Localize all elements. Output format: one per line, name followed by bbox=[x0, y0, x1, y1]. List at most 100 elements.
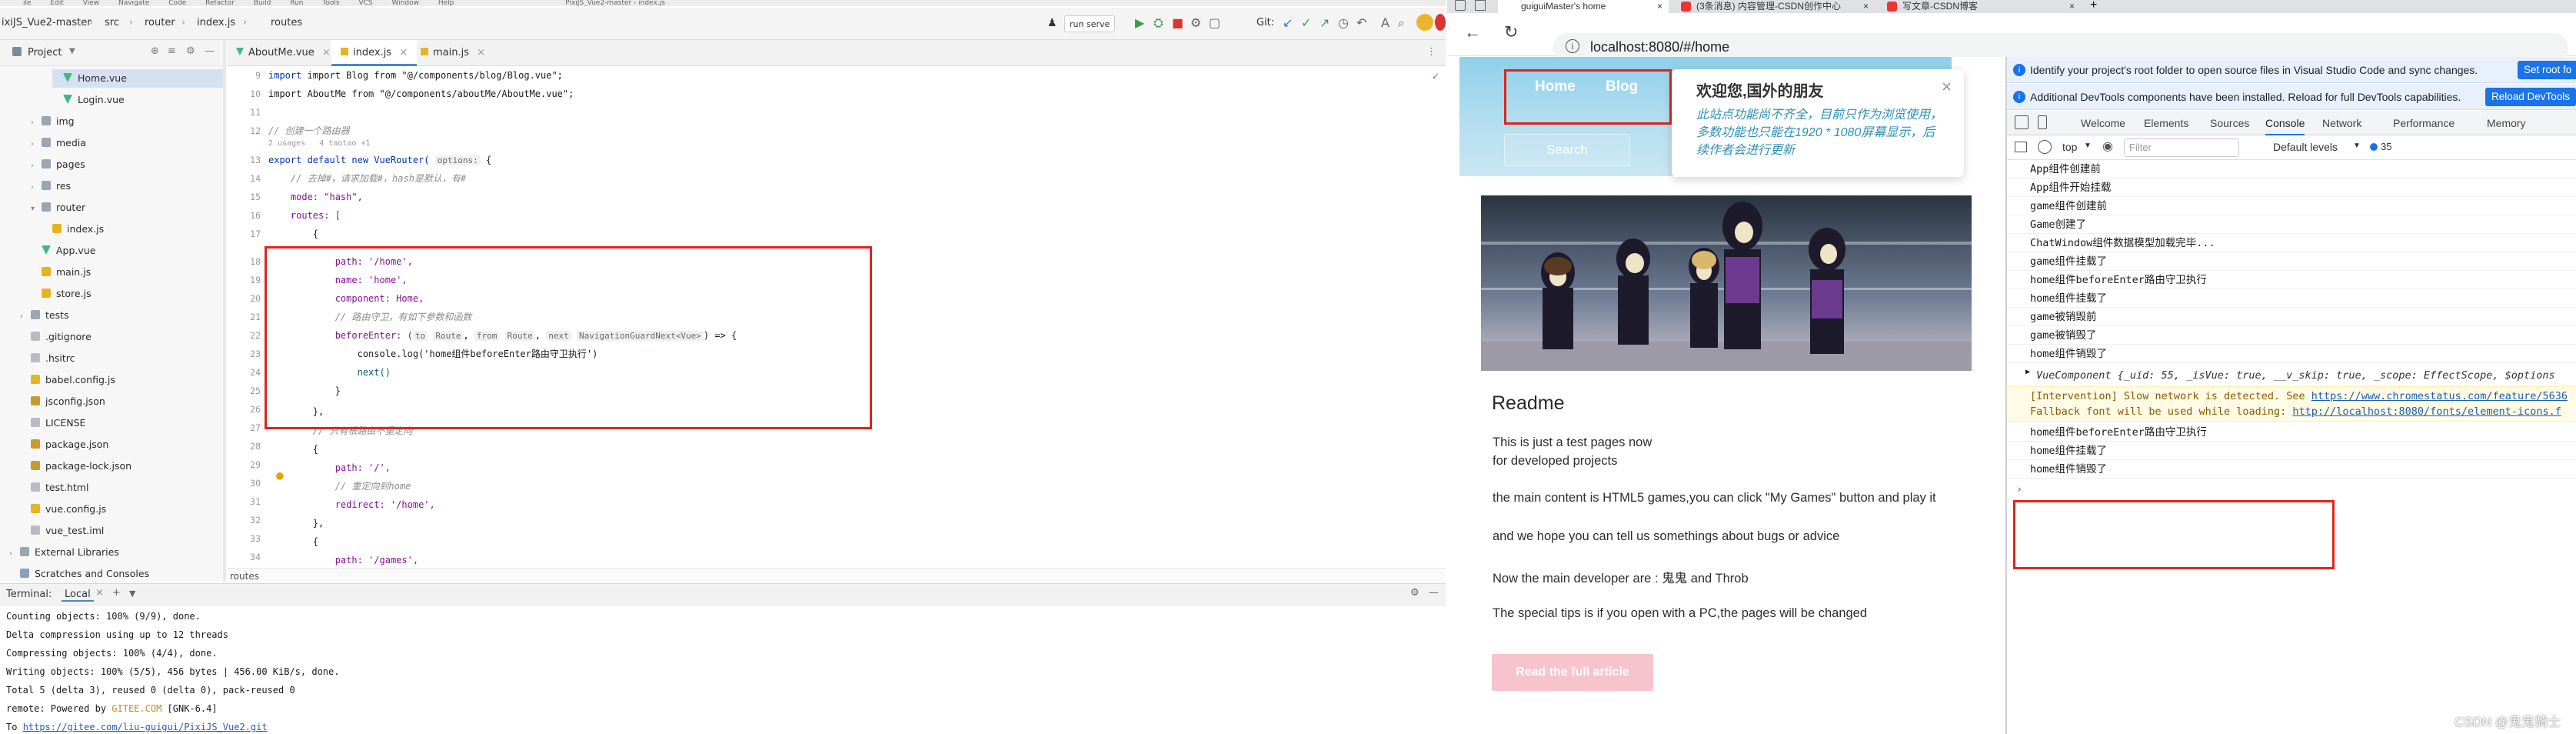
chevron-right-icon[interactable]: › bbox=[31, 157, 42, 175]
chevron-right-icon[interactable]: › bbox=[31, 178, 42, 197]
tree-item[interactable]: store.js bbox=[31, 285, 92, 303]
tab-network[interactable]: Network bbox=[2322, 111, 2361, 135]
square-icon[interactable]: ▢ bbox=[1209, 15, 1220, 30]
repo-link[interactable]: https://gitee.com/liu-guigui/PixiJS_Vue2… bbox=[23, 722, 268, 732]
clear-console-icon[interactable] bbox=[2038, 140, 2052, 154]
menu-help[interactable]: Help bbox=[438, 0, 454, 6]
avatar[interactable] bbox=[1416, 14, 1433, 31]
tab-console[interactable]: Console bbox=[2265, 111, 2305, 135]
lightbulb-icon[interactable]: ● bbox=[276, 468, 284, 482]
chevron-down-icon[interactable]: ▼ bbox=[2353, 142, 2361, 150]
usages-hint[interactable]: 2 usages 4 taotao +1 bbox=[268, 138, 370, 149]
close-icon[interactable]: × bbox=[1863, 0, 1869, 13]
tab-sources[interactable]: Sources bbox=[2210, 111, 2249, 135]
crumb-project[interactable]: ixiJS_Vue2-master bbox=[2, 17, 92, 28]
menu-run[interactable]: Run bbox=[290, 0, 303, 6]
collapse-icon[interactable]: ≡ bbox=[168, 45, 176, 57]
tree-item[interactable]: vue.config.js bbox=[20, 500, 106, 519]
browser-tab-active[interactable]: guiguiMaster's home × bbox=[1498, 0, 1669, 13]
browser-tab[interactable]: 写文章-CSDN博客 × bbox=[1879, 0, 2081, 13]
crumb-router[interactable]: router bbox=[145, 17, 175, 28]
info-icon[interactable]: i bbox=[1566, 39, 1579, 53]
tree-item[interactable]: › res bbox=[31, 177, 71, 195]
tree-item[interactable]: Login.vue bbox=[52, 91, 125, 109]
reload-devtools-button[interactable]: Reload DevTools bbox=[2485, 88, 2576, 106]
tree-item[interactable]: package-lock.json bbox=[20, 457, 131, 475]
url-text[interactable]: localhost:8080/#/home bbox=[1590, 39, 1729, 55]
menu-edit[interactable]: Edit bbox=[50, 0, 63, 6]
tree-item[interactable]: LICENSE bbox=[20, 414, 85, 432]
tree-item[interactable]: main.js bbox=[31, 263, 91, 282]
crumb-routes[interactable]: routes bbox=[271, 17, 302, 28]
menu-refactor[interactable]: Refactor bbox=[205, 0, 235, 6]
tree-item[interactable]: package.json bbox=[20, 435, 108, 454]
issues-icon[interactable] bbox=[2370, 143, 2378, 151]
warning-link[interactable]: https://www.chromestatus.com/feature/563… bbox=[2311, 390, 2568, 402]
add-tab-icon[interactable]: + bbox=[112, 587, 121, 599]
console-log[interactable]: App组件创建前 App组件开始挂载 game组件创建前 Game创建了 ChatWin… bbox=[2007, 160, 2576, 734]
stop-icon[interactable]: ■ bbox=[1172, 15, 1183, 30]
minimize-icon[interactable]: — bbox=[1429, 587, 1439, 599]
chevron-down-icon[interactable]: ▼ bbox=[2084, 142, 2092, 150]
new-tab-icon[interactable]: + bbox=[2090, 0, 2097, 12]
tree-item[interactable]: › tests bbox=[20, 306, 69, 325]
inspect-icon[interactable] bbox=[2015, 115, 2029, 129]
chevron-right-icon[interactable]: › bbox=[9, 545, 20, 563]
gear-icon[interactable]: ⚙ bbox=[1410, 587, 1419, 599]
locate-icon[interactable]: ⊕ bbox=[151, 45, 159, 57]
search-box[interactable]: Search bbox=[1504, 134, 1630, 166]
rollback-icon[interactable]: ↶ bbox=[1356, 15, 1366, 30]
tree-item[interactable]: .gitignore bbox=[20, 328, 92, 346]
tree-item[interactable]: jsconfig.json bbox=[20, 392, 105, 411]
menu-build[interactable]: Build bbox=[254, 0, 271, 6]
tab-memory[interactable]: Memory bbox=[2487, 111, 2526, 135]
chevron-down-icon[interactable]: ▼ bbox=[69, 47, 75, 55]
context-select[interactable]: top bbox=[2062, 141, 2077, 153]
menu-navigate[interactable]: Navigate bbox=[118, 0, 149, 6]
git-commit-icon[interactable]: ✓ bbox=[1301, 15, 1311, 30]
more-vertical-icon[interactable]: ⋮ bbox=[1426, 46, 1436, 58]
tab-elements[interactable]: Elements bbox=[2144, 111, 2188, 135]
minimize-icon[interactable]: — bbox=[205, 45, 215, 57]
close-icon[interactable]: × bbox=[2069, 0, 2075, 13]
tab-list-icon[interactable] bbox=[1475, 0, 1486, 11]
browser-tab[interactable]: (3条消息) 内容管理-CSDN创作中心 × bbox=[1673, 0, 1875, 13]
tree-item[interactable]: Scratches and Consoles bbox=[9, 565, 149, 582]
git-push-icon[interactable]: ↗ bbox=[1320, 15, 1330, 30]
history-icon[interactable]: ◷ bbox=[1338, 15, 1349, 30]
debug-icon[interactable]: ⛭ bbox=[1153, 15, 1163, 31]
tab-actions-icon[interactable] bbox=[1455, 0, 1466, 11]
tab-welcome[interactable]: Welcome bbox=[2081, 111, 2125, 135]
tree-item[interactable]: .hsitrc bbox=[20, 349, 75, 368]
chevron-down-icon[interactable]: ▼ bbox=[129, 589, 135, 599]
tab-index-js[interactable]: index.js × bbox=[331, 40, 418, 66]
project-label[interactable]: Project bbox=[28, 47, 62, 58]
sidebar-toggle-icon[interactable] bbox=[2015, 142, 2027, 152]
terminal-output[interactable]: Counting objects: 100% (9/9), done. Delt… bbox=[0, 606, 1446, 734]
console-prompt-icon[interactable]: › bbox=[2016, 480, 2022, 499]
search-icon[interactable]: ⌕ bbox=[1398, 15, 1405, 31]
chevron-right-icon[interactable]: › bbox=[31, 114, 42, 132]
tab-main-js[interactable]: main.js × bbox=[411, 40, 494, 66]
tab-performance[interactable]: Performance bbox=[2393, 111, 2455, 135]
filter-input[interactable]: Filter bbox=[2124, 138, 2239, 157]
chevron-right-icon[interactable]: › bbox=[31, 135, 42, 154]
crumb-file[interactable]: index.js bbox=[197, 17, 235, 28]
issues-count[interactable]: 35 bbox=[2381, 141, 2391, 152]
close-icon[interactable]: × bbox=[1942, 77, 1952, 97]
menu-view[interactable]: View bbox=[83, 0, 99, 6]
menu-vcs[interactable]: VCS bbox=[358, 0, 372, 6]
tree-item[interactable]: ▾ router bbox=[31, 199, 85, 217]
tree-item[interactable]: test.html bbox=[20, 479, 88, 497]
close-icon[interactable]: × bbox=[95, 587, 104, 599]
close-icon[interactable]: × bbox=[477, 47, 485, 58]
terminal-tab-local[interactable]: Local bbox=[62, 589, 94, 602]
translate-icon[interactable]: A bbox=[1381, 15, 1390, 30]
chevron-down-icon[interactable]: ▾ bbox=[31, 200, 42, 219]
levels-select[interactable]: Default levels bbox=[2273, 141, 2338, 153]
tree-item[interactable]: Home.vue bbox=[52, 69, 223, 88]
read-full-article-button[interactable]: Read the full article bbox=[1492, 654, 1653, 691]
reload-icon[interactable]: ↻ bbox=[1504, 22, 1518, 42]
menu-tools[interactable]: Tools bbox=[322, 0, 339, 6]
close-icon[interactable]: × bbox=[1657, 0, 1662, 13]
